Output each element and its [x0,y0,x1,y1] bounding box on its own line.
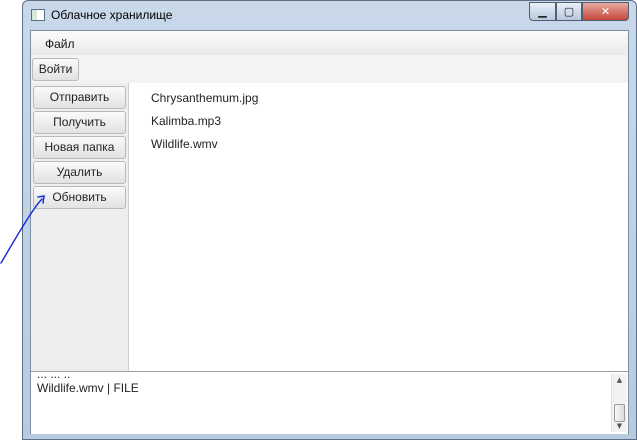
scroll-up-icon[interactable]: ▲ [612,374,627,386]
toolbar: Войти [31,55,628,84]
title-bar[interactable]: Облачное хранилище ▁ ▢ ✕ [23,1,636,29]
close-button[interactable]: ✕ [582,2,629,21]
log-scrollbar[interactable]: ▲ ▼ [611,374,627,432]
minimize-button[interactable]: ▁ [529,2,556,21]
scroll-down-icon[interactable]: ▼ [612,420,627,432]
log-line-clipped: ... ... .. [37,372,71,381]
new-folder-button[interactable]: Новая папка [33,136,126,159]
file-item[interactable]: Kalimba.mp3 [151,114,221,128]
client-area: Файл Войти Отправить Получить Новая папк… [30,30,629,434]
window-title: Облачное хранилище [51,8,173,22]
file-list[interactable]: Chrysanthemum.jpg Kalimba.mp3 Wildlife.w… [129,83,628,371]
file-item[interactable]: Chrysanthemum.jpg [151,91,258,105]
app-icon [31,9,45,21]
file-item[interactable]: Wildlife.wmv [151,137,218,151]
menu-bar: Файл [31,31,628,56]
delete-button[interactable]: Удалить [33,161,126,184]
maximize-button[interactable]: ▢ [556,2,582,21]
log-line: Wildlife.wmv | FILE [37,381,139,395]
login-button[interactable]: Войти [32,58,79,81]
pen-arrow-icon [0,195,45,264]
menu-item-file[interactable]: Файл [45,37,75,51]
send-button[interactable]: Отправить [33,86,126,109]
receive-button[interactable]: Получить [33,111,126,134]
log-textarea[interactable]: ... ... .. Wildlife.wmv | FILE ▲ ▼ [31,371,628,434]
app-window: Облачное хранилище ▁ ▢ ✕ Файл Войти Отпр… [22,0,637,440]
